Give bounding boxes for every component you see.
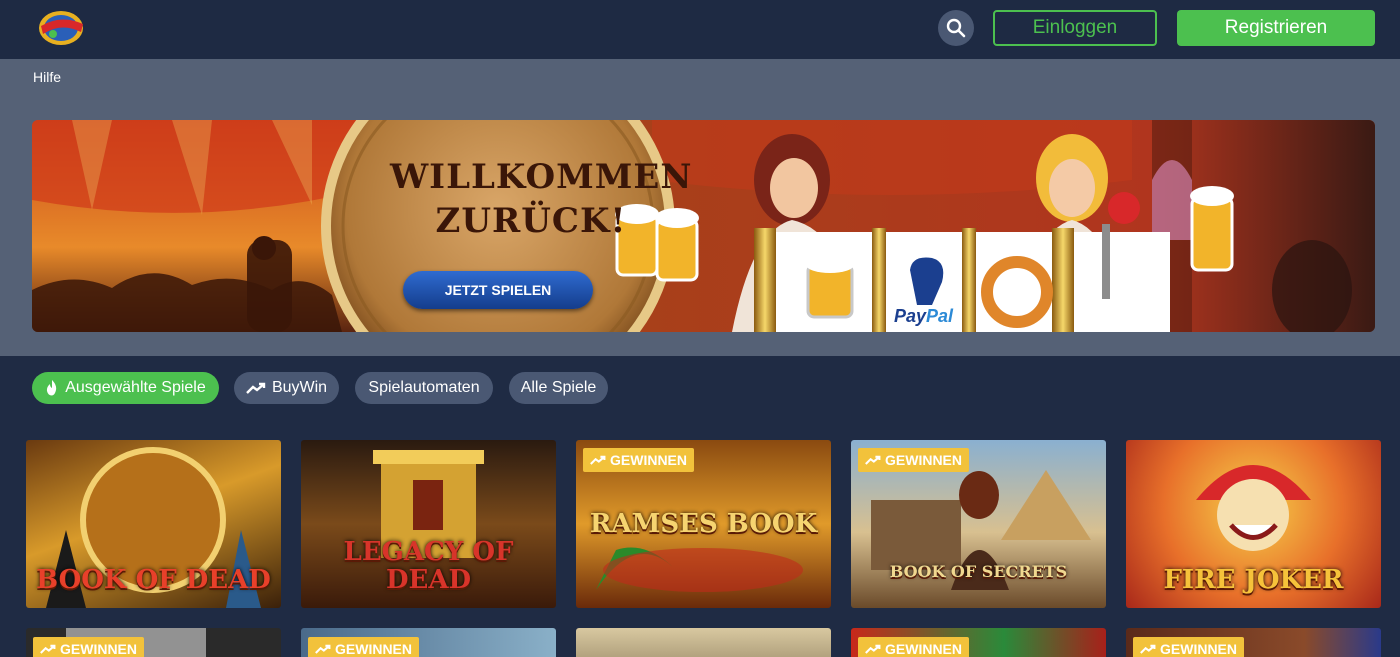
tab-label: Ausgewählte Spiele xyxy=(65,379,206,396)
login-button[interactable]: Einloggen xyxy=(993,10,1157,46)
tab-buywin[interactable]: BuyWin xyxy=(234,372,339,404)
game-card-row2-2[interactable]: GEWINNEN xyxy=(301,628,556,657)
game-card-legacy-of-dead[interactable]: LEGACY OF DEAD xyxy=(301,440,556,608)
badge-label: GEWINNEN xyxy=(610,452,687,468)
badge-label: GEWINNEN xyxy=(885,452,962,468)
paypal-pay-text: Pay xyxy=(894,306,927,326)
banner-title-line1: WILLKOMMEN xyxy=(390,157,693,197)
tab-label: BuyWin xyxy=(271,379,328,396)
tab-label: Alle Spiele xyxy=(520,379,597,396)
trending-up-icon xyxy=(1140,644,1156,654)
trending-up-icon xyxy=(315,644,331,654)
game-title: BOOK OF DEAD xyxy=(36,565,271,595)
game-title: RAMSES BOOK xyxy=(589,509,818,539)
trending-up-icon xyxy=(590,455,606,465)
tab-alle-spiele[interactable]: Alle Spiele xyxy=(509,372,608,404)
welcome-banner[interactable]: WILLKOMMEN ZURÜCK! JETZT SPIELEN PayPal xyxy=(32,120,1375,332)
game-card-row2-1[interactable]: GEWINNEN xyxy=(26,628,281,657)
top-header: Einloggen Registrieren xyxy=(0,0,1400,59)
tab-spielautomaten[interactable]: Spielautomaten xyxy=(355,372,493,404)
game-card-row2-3[interactable] xyxy=(576,628,831,657)
trending-up-icon xyxy=(246,382,266,394)
breadcrumb-hilfe[interactable]: Hilfe xyxy=(33,69,61,85)
paypal-logo: PayPal xyxy=(894,306,953,327)
banner-title-line2: ZURÜCK! xyxy=(435,201,627,241)
trending-up-icon xyxy=(865,644,881,654)
game-card-book-of-dead[interactable]: BOOK OF DEAD xyxy=(26,440,281,608)
tab-label: Spielautomaten xyxy=(368,379,480,396)
gewinnen-badge: GEWINNEN xyxy=(583,448,694,472)
game-card-book-of-secrets[interactable]: BOOK OF SECRETS GEWINNEN xyxy=(851,440,1106,608)
gewinnen-badge: GEWINNEN xyxy=(308,637,419,657)
badge-label: GEWINNEN xyxy=(60,641,137,657)
game-card-ramses-book[interactable]: RAMSES BOOK GEWINNEN xyxy=(576,440,831,608)
jetzt-spielen-button[interactable]: JETZT SPIELEN xyxy=(403,271,593,309)
search-button[interactable] xyxy=(938,10,974,46)
lucky-land-logo[interactable] xyxy=(33,8,89,48)
banner-artwork xyxy=(32,120,1375,332)
gewinnen-badge: GEWINNEN xyxy=(33,637,144,657)
game-card-row2-5[interactable]: GEWINNEN xyxy=(1126,628,1381,657)
game-card-row2-4[interactable]: GEWINNEN xyxy=(851,628,1106,657)
trending-up-icon xyxy=(865,455,881,465)
game-card-fire-joker[interactable]: FIRE JOKER xyxy=(1126,440,1381,608)
gewinnen-badge: GEWINNEN xyxy=(858,448,969,472)
tab-ausgewahlte-spiele[interactable]: Ausgewählte Spiele xyxy=(32,372,219,404)
flame-icon xyxy=(47,380,57,396)
register-button[interactable]: Registrieren xyxy=(1177,10,1375,46)
search-icon xyxy=(946,18,966,38)
badge-label: GEWINNEN xyxy=(1160,641,1237,657)
game-title: FIRE JOKER xyxy=(1163,565,1344,595)
trending-up-icon xyxy=(40,644,56,654)
badge-label: GEWINNEN xyxy=(885,641,962,657)
game-title: LEGACY OF DEAD xyxy=(343,537,514,595)
banner-title: WILLKOMMEN ZURÜCK! xyxy=(390,155,693,243)
game-title: BOOK OF SECRETS xyxy=(889,562,1068,581)
gewinnen-badge: GEWINNEN xyxy=(858,637,969,657)
hero-section: Hilfe WILLKOMMEN ZURÜCK! JETZT SPIELEN P… xyxy=(0,59,1400,356)
paypal-pal-text: Pal xyxy=(926,306,954,326)
gewinnen-badge: GEWINNEN xyxy=(1133,637,1244,657)
badge-label: GEWINNEN xyxy=(335,641,412,657)
